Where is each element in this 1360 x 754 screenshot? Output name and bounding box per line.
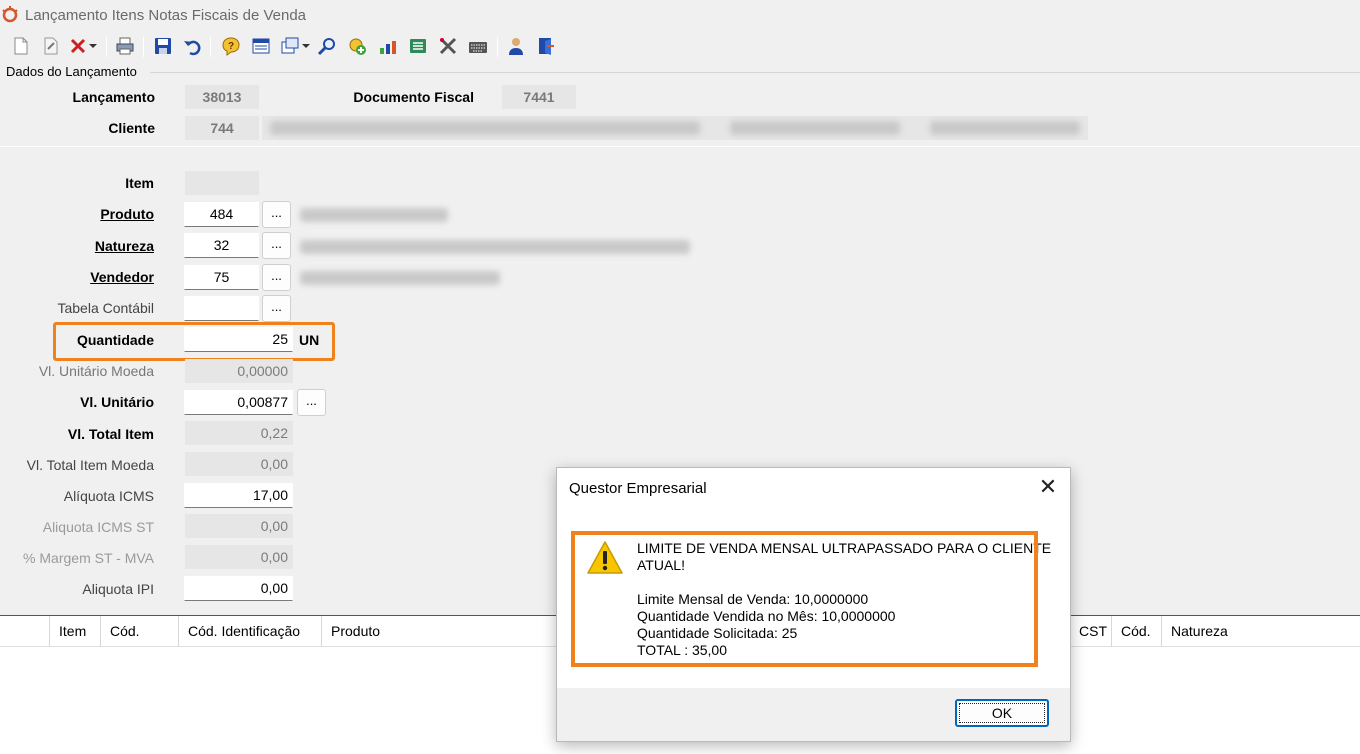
quantidade-input[interactable]: 25 (184, 327, 293, 352)
toolbar-separator (497, 37, 498, 57)
dropdown-icon[interactable] (299, 35, 313, 57)
exit-icon[interactable] (535, 35, 557, 57)
group-label: Dados do Lançamento (6, 64, 137, 79)
add-icon[interactable] (346, 35, 368, 57)
table-icon[interactable] (250, 35, 272, 57)
produto-lookup-button[interactable]: ... (262, 201, 291, 228)
redacted-text (270, 121, 700, 135)
search-icon[interactable] (316, 35, 338, 57)
redacted-text (300, 240, 690, 254)
app-logo-icon (2, 6, 18, 23)
group-divider (150, 72, 1360, 73)
quantidade-unit: UN (299, 332, 320, 348)
window-icon[interactable] (279, 35, 301, 57)
vl-unitario-label: Vl. Unitário (80, 394, 154, 410)
print-icon[interactable] (114, 35, 136, 57)
column-header-cst[interactable]: CST (1069, 616, 1107, 647)
section-divider (0, 146, 1360, 147)
vl-total-item-field: 0,22 (185, 421, 293, 445)
produto-input[interactable]: 484 (184, 202, 259, 227)
aliquota-icms-st-field: 0,00 (185, 514, 293, 538)
quantidade-label: Quantidade (76, 332, 154, 348)
column-header-natureza[interactable]: Natureza (1161, 616, 1228, 647)
tabela-contabil-input[interactable] (184, 296, 259, 321)
documento-fiscal-field: 7441 (502, 85, 576, 109)
keyboard-icon[interactable] (467, 35, 489, 57)
list-icon[interactable] (407, 35, 429, 57)
alert-dialog: Questor Empresarial ✕ LIMITE DE VENDA ME… (556, 467, 1071, 742)
vl-total-item-moeda-field: 0,00 (185, 452, 293, 476)
margem-st-mva-label: % Margem ST - MVA (23, 550, 154, 566)
ok-button[interactable]: OK (955, 699, 1049, 727)
toolbar: ? (0, 32, 1360, 62)
aliquota-icms-label: Alíquota ICMS (63, 488, 154, 504)
chart-icon[interactable] (377, 35, 399, 57)
vendedor-label[interactable]: Vendedor (90, 269, 154, 285)
documento-fiscal-label: Documento Fiscal (353, 89, 474, 105)
natureza-input[interactable]: 32 (184, 233, 259, 258)
lancamento-label: Lançamento (72, 89, 155, 105)
redacted-text (300, 271, 500, 285)
tabela-lookup-button[interactable]: ... (262, 295, 291, 322)
user-icon[interactable] (505, 35, 527, 57)
vendedor-input[interactable]: 75 (184, 265, 259, 290)
help-icon[interactable]: ? (220, 35, 242, 57)
new-icon[interactable] (10, 35, 32, 57)
column-header-cod-identificacao[interactable]: Cód. Identificação (178, 616, 300, 647)
item-label: Item (125, 175, 154, 191)
aliquota-ipi-label: Aliquota IPI (82, 581, 154, 597)
column-header-produto[interactable]: Produto (321, 616, 380, 647)
vl-unitario-moeda-field: 0,00000 (185, 359, 293, 383)
tools-icon[interactable] (437, 35, 459, 57)
vl-unitario-moeda-label: Vl. Unitário Moeda (38, 363, 154, 379)
margem-st-mva-field: 0,00 (185, 545, 293, 569)
toolbar-separator (143, 37, 144, 57)
aliquota-icms-input[interactable]: 17,00 (184, 483, 293, 508)
toolbar-separator (106, 37, 107, 57)
dropdown-icon[interactable] (86, 35, 100, 57)
vl-unitario-input[interactable]: 0,00877 (184, 390, 293, 415)
redacted-text (930, 121, 1080, 135)
dialog-title: Questor Empresarial (569, 480, 707, 497)
edit-icon[interactable] (40, 35, 62, 57)
column-header-item[interactable]: Item (49, 616, 86, 647)
message-highlight (571, 531, 1038, 667)
window-title: Lançamento Itens Notas Fiscais de Venda (25, 7, 307, 24)
undo-icon[interactable] (181, 35, 203, 57)
cliente-code-field: 744 (185, 116, 259, 140)
vl-total-item-moeda-label: Vl. Total Item Moeda (26, 457, 154, 473)
natureza-label[interactable]: Natureza (95, 238, 154, 254)
produto-label[interactable]: Produto (100, 206, 154, 222)
vendedor-lookup-button[interactable]: ... (262, 264, 291, 291)
column-header-cod-natureza[interactable]: Cód. (1111, 616, 1151, 647)
dialog-body: LIMITE DE VENDA MENSAL ULTRAPASSADO PARA… (557, 510, 1070, 688)
aliquota-icms-st-label: Aliquota ICMS ST (42, 519, 154, 535)
redacted-text (730, 121, 900, 135)
lancamento-field: 38013 (185, 85, 259, 109)
column-header-cod[interactable]: Cód. (100, 616, 140, 647)
cliente-label: Cliente (108, 120, 155, 136)
dialog-title-bar: Questor Empresarial ✕ (557, 468, 1070, 510)
close-icon[interactable]: ✕ (1036, 476, 1060, 500)
vl-total-item-label: Vl. Total Item (67, 426, 154, 442)
redacted-text (300, 208, 448, 222)
natureza-lookup-button[interactable]: ... (262, 232, 291, 259)
item-field (185, 171, 259, 195)
save-icon[interactable] (152, 35, 174, 57)
title-bar: Lançamento Itens Notas Fiscais de Venda (0, 0, 1360, 32)
svg-text:?: ? (228, 41, 234, 52)
tabela-contabil-label: Tabela Contábil (57, 300, 154, 316)
toolbar-separator (210, 37, 211, 57)
aliquota-ipi-input[interactable]: 0,00 (184, 576, 293, 601)
vl-unitario-lookup-button[interactable]: ... (297, 389, 326, 416)
